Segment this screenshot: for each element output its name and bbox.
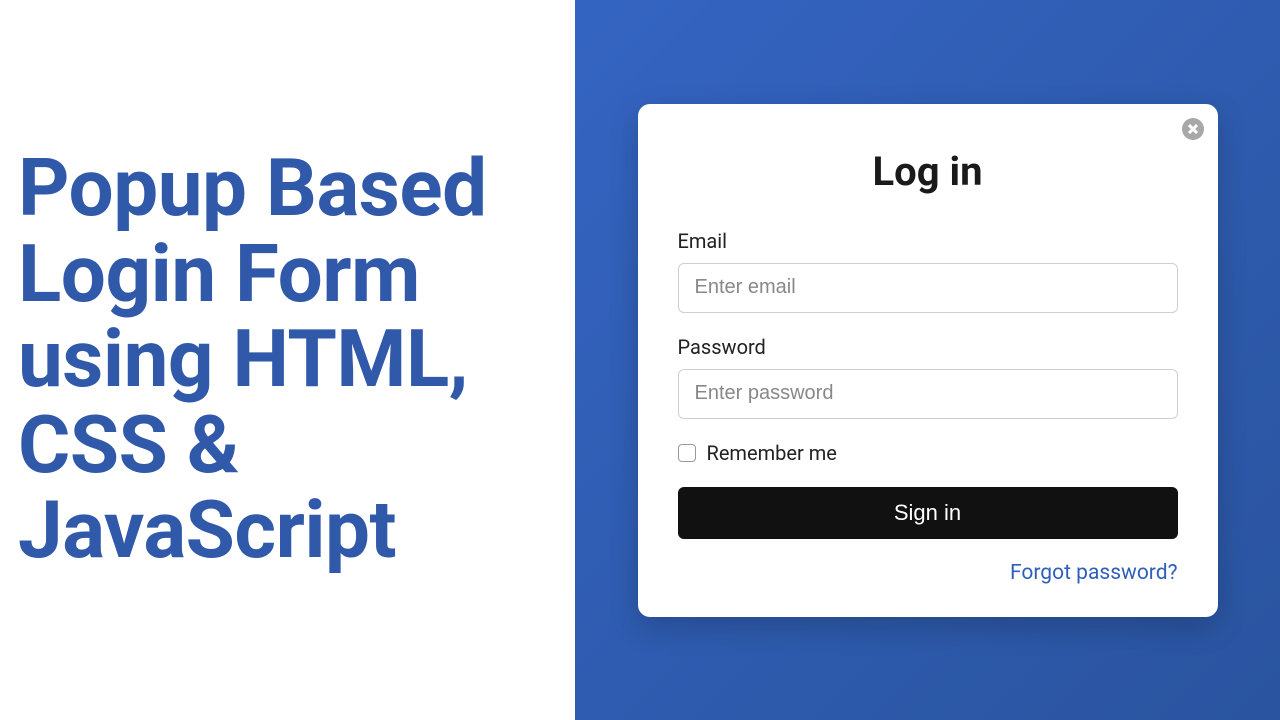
- email-group: Email: [678, 229, 1178, 313]
- hero-title: Popup Based Login Form using HTML, CSS &…: [18, 146, 575, 574]
- remember-label: Remember me: [707, 441, 837, 465]
- signin-button[interactable]: Sign in: [678, 487, 1178, 539]
- remember-row: Remember me: [678, 441, 1178, 465]
- password-field[interactable]: [678, 369, 1178, 419]
- email-field[interactable]: [678, 263, 1178, 313]
- background-panel: Log in Email Password Remember me Sign i…: [575, 0, 1280, 720]
- remember-checkbox[interactable]: [678, 444, 696, 462]
- password-group: Password: [678, 335, 1178, 419]
- close-icon: [1188, 124, 1198, 134]
- email-label: Email: [678, 229, 1178, 253]
- modal-title: Log in: [678, 148, 1178, 195]
- login-modal: Log in Email Password Remember me Sign i…: [638, 104, 1218, 617]
- close-button[interactable]: [1182, 118, 1204, 140]
- password-label: Password: [678, 335, 1178, 359]
- forgot-password-link[interactable]: Forgot password?: [678, 561, 1178, 585]
- hero-panel: Popup Based Login Form using HTML, CSS &…: [0, 0, 575, 720]
